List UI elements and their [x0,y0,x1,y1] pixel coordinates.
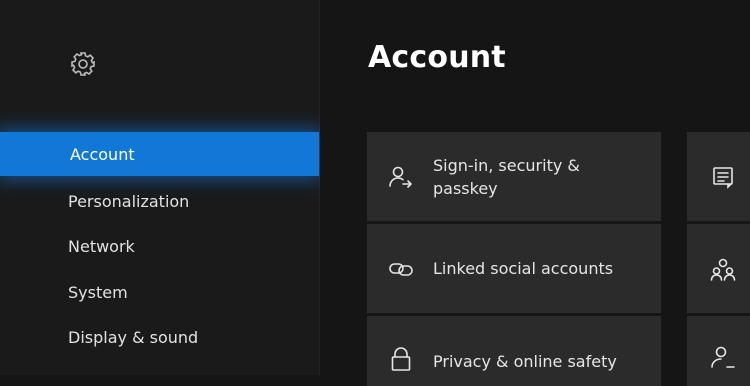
sidebar-item-label: Personalization [68,191,190,211]
sidebar-item-network[interactable]: Network [0,224,319,268]
sidebar-item-display-sound[interactable]: Display & sound [0,315,319,359]
sidebar-item-label: Display & sound [68,327,199,347]
sidebar-item-label: System [68,282,128,302]
settings-sidebar: Account Personalization Network System D… [0,0,320,375]
page-title: Account [368,40,506,75]
sidebar-item-system[interactable]: System [0,270,319,314]
list-document-icon [709,163,737,191]
person-edit-icon [709,343,737,371]
tile-label: Sign-in, security & passkey [433,155,580,198]
tile-label: Linked social accounts [433,259,614,278]
tile-sign-in-security[interactable]: Sign-in, security & passkey [367,132,661,221]
sidebar-item-label: Account [70,144,135,164]
people-group-icon [709,255,737,283]
side-tile-2[interactable] [687,224,750,313]
tile-linked-social-accounts[interactable]: Linked social accounts [367,224,661,313]
lock-icon [387,345,415,373]
side-tile-3[interactable] [687,316,750,386]
tile-privacy-online-safety[interactable]: Privacy & online safety [367,316,661,386]
sidebar-item-label: Network [68,236,135,256]
tile-label: Privacy & online safety [433,352,617,371]
person-arrow-icon [387,163,415,191]
sidebar-item-personalization[interactable]: Personalization [0,179,319,223]
main-content: Account Sign-in, security & passkey Link… [320,0,750,386]
sidebar-item-account[interactable]: Account [0,132,319,176]
gear-icon [69,50,97,78]
side-tile-1[interactable] [687,132,750,221]
link-icon [387,255,415,283]
